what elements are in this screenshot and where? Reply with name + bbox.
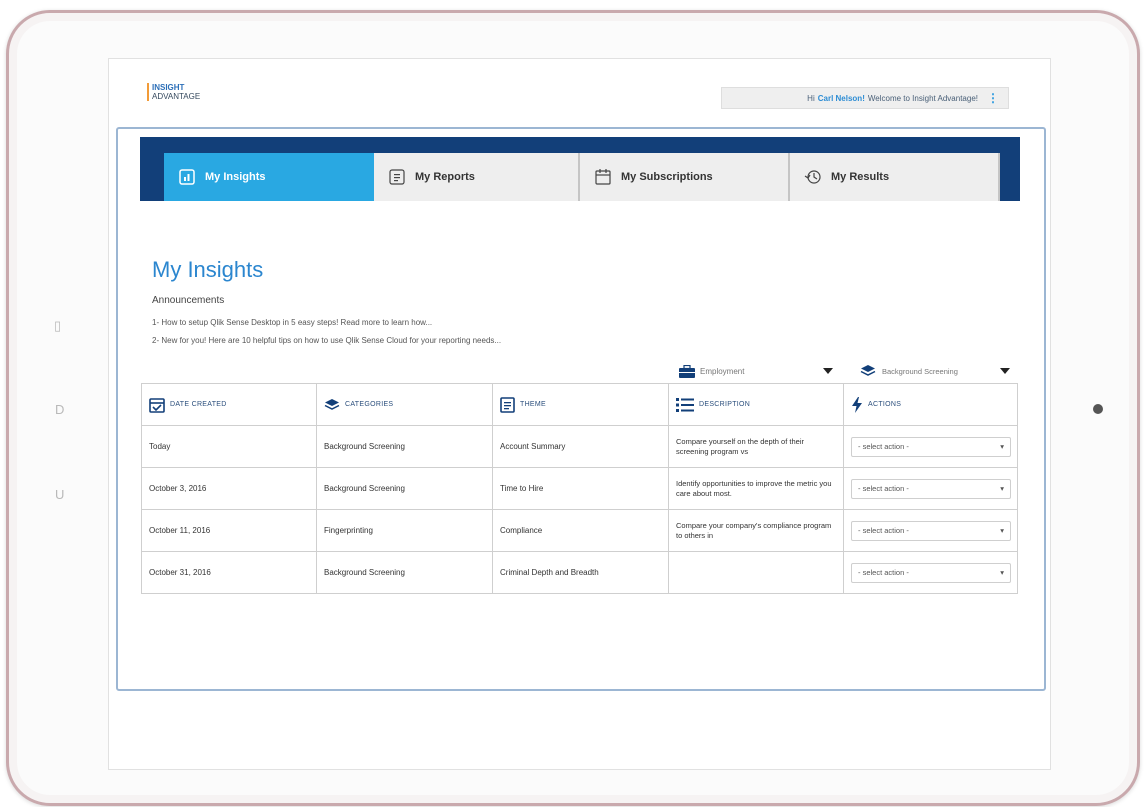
calendar-check-icon bbox=[149, 397, 165, 413]
header-theme[interactable]: THEME bbox=[492, 383, 669, 426]
chevron-down-icon bbox=[1000, 368, 1010, 374]
report-icon bbox=[389, 169, 405, 185]
chevron-down-icon bbox=[823, 368, 833, 374]
app-screen: INSIGHT ADVANTAGE Hi Carl Nelson! Welcom… bbox=[108, 58, 1051, 770]
screening-filter-label: Background Screening bbox=[882, 366, 958, 376]
tab-label: My Results bbox=[831, 171, 890, 183]
header-label: THEME bbox=[520, 401, 546, 408]
layers-icon bbox=[860, 365, 876, 376]
tab-bar: My Insights My Reports My Subscriptions … bbox=[140, 137, 1020, 201]
action-select[interactable]: - select action - ▾ bbox=[851, 562, 1011, 583]
caret-down-icon: ▾ bbox=[1000, 484, 1004, 493]
tab-label: My Reports bbox=[415, 171, 475, 183]
table-row: October 3, 2016 Background Screening Tim… bbox=[141, 467, 1018, 510]
side-button-icon: ▯ bbox=[54, 318, 62, 333]
cell-actions: - select action - ▾ bbox=[843, 509, 1018, 552]
page-title: My Insights bbox=[152, 257, 264, 282]
logo: INSIGHT ADVANTAGE bbox=[147, 83, 200, 101]
tab-my-subscriptions[interactable]: My Subscriptions bbox=[580, 153, 790, 201]
action-select-value: - select action - bbox=[858, 568, 909, 577]
insight-icon bbox=[179, 169, 195, 185]
cell-date: Today bbox=[141, 425, 317, 468]
cell-description: Compare your company's compliance progra… bbox=[668, 509, 844, 552]
header-label: ACTIONS bbox=[868, 401, 902, 408]
logo-line1: INSIGHT bbox=[152, 83, 185, 92]
cell-date: October 3, 2016 bbox=[141, 467, 317, 510]
greeting-prefix: Hi bbox=[807, 93, 815, 103]
greeting-bar: Hi Carl Nelson! Welcome to Insight Advan… bbox=[721, 87, 1009, 109]
action-select[interactable]: - select action - ▾ bbox=[851, 478, 1011, 499]
action-select-value: - select action - bbox=[858, 484, 909, 493]
kebab-menu-icon[interactable]: ⋮ bbox=[987, 92, 999, 104]
insights-table: DATE CREATED CATEGORIES THEME DESCRIPTIO… bbox=[141, 383, 1018, 594]
cell-category: Background Screening bbox=[316, 551, 493, 594]
cell-description: Identify opportunities to improve the me… bbox=[668, 467, 844, 510]
action-select-value: - select action - bbox=[858, 442, 909, 451]
cell-description bbox=[668, 551, 844, 594]
cell-category: Background Screening bbox=[316, 467, 493, 510]
cell-actions: - select action - ▾ bbox=[843, 467, 1018, 510]
employment-filter-dropdown[interactable]: Employment bbox=[678, 363, 833, 379]
header-categories[interactable]: CATEGORIES bbox=[316, 383, 493, 426]
cell-actions: - select action - ▾ bbox=[843, 551, 1018, 594]
announcement-item[interactable]: 2- New for you! Here are 10 helpful tips… bbox=[152, 336, 501, 345]
header-actions[interactable]: ACTIONS bbox=[843, 383, 1018, 426]
header-date-created[interactable]: DATE CREATED bbox=[141, 383, 317, 426]
logo-line2: ADVANTAGE bbox=[152, 92, 201, 101]
list-icon bbox=[676, 397, 694, 412]
cell-description: Compare yourself on the depth of their s… bbox=[668, 425, 844, 468]
table-row: Today Background Screening Account Summa… bbox=[141, 425, 1018, 468]
cell-date: October 31, 2016 bbox=[141, 551, 317, 594]
caret-down-icon: ▾ bbox=[1000, 442, 1004, 451]
greeting-suffix: Welcome to Insight Advantage! bbox=[867, 93, 978, 103]
table-row: October 31, 2016 Background Screening Cr… bbox=[141, 551, 1018, 594]
cell-category: Fingerprinting bbox=[316, 509, 493, 552]
briefcase-icon bbox=[679, 364, 695, 378]
calendar-icon bbox=[595, 169, 611, 185]
tab-my-reports[interactable]: My Reports bbox=[374, 153, 580, 201]
main-panel: My Insights My Reports My Subscriptions … bbox=[116, 127, 1046, 691]
lightning-icon bbox=[852, 396, 862, 413]
user-name[interactable]: Carl Nelson! bbox=[818, 94, 865, 103]
side-button-icon: U bbox=[55, 487, 65, 502]
tab-label: My Subscriptions bbox=[621, 171, 713, 183]
layers-icon bbox=[324, 398, 340, 410]
cell-category: Background Screening bbox=[316, 425, 493, 468]
table-header-row: DATE CREATED CATEGORIES THEME DESCRIPTIO… bbox=[141, 383, 1018, 426]
action-select-value: - select action - bbox=[858, 526, 909, 535]
tab-my-results[interactable]: My Results bbox=[790, 153, 1000, 201]
cell-theme: Time to Hire bbox=[492, 467, 669, 510]
action-select[interactable]: - select action - ▾ bbox=[851, 436, 1011, 457]
header-label: CATEGORIES bbox=[345, 401, 394, 408]
camera-icon bbox=[1093, 404, 1103, 414]
document-icon bbox=[500, 396, 515, 413]
caret-down-icon: ▾ bbox=[1000, 568, 1004, 577]
cell-theme: Compliance bbox=[492, 509, 669, 552]
table-row: October 11, 2016 Fingerprinting Complian… bbox=[141, 509, 1018, 552]
header-description[interactable]: DESCRIPTION bbox=[668, 383, 844, 426]
announcement-item[interactable]: 1- How to setup Qlik Sense Desktop in 5 … bbox=[152, 318, 432, 327]
tab-label: My Insights bbox=[205, 171, 266, 183]
caret-down-icon: ▾ bbox=[1000, 526, 1004, 535]
tab-my-insights[interactable]: My Insights bbox=[164, 153, 374, 201]
cell-theme: Account Summary bbox=[492, 425, 669, 468]
side-button-icon: D bbox=[55, 402, 65, 417]
header-label: DATE CREATED bbox=[170, 401, 227, 408]
cell-actions: - select action - ▾ bbox=[843, 425, 1018, 468]
cell-theme: Criminal Depth and Breadth bbox=[492, 551, 669, 594]
screening-filter-dropdown[interactable]: Background Screening bbox=[860, 363, 1010, 379]
cell-date: October 11, 2016 bbox=[141, 509, 317, 552]
employment-filter-label: Employment bbox=[700, 366, 745, 376]
announcements-heading: Announcements bbox=[152, 295, 225, 306]
header-label: DESCRIPTION bbox=[699, 401, 751, 408]
action-select[interactable]: - select action - ▾ bbox=[851, 520, 1011, 541]
history-icon bbox=[804, 170, 821, 184]
